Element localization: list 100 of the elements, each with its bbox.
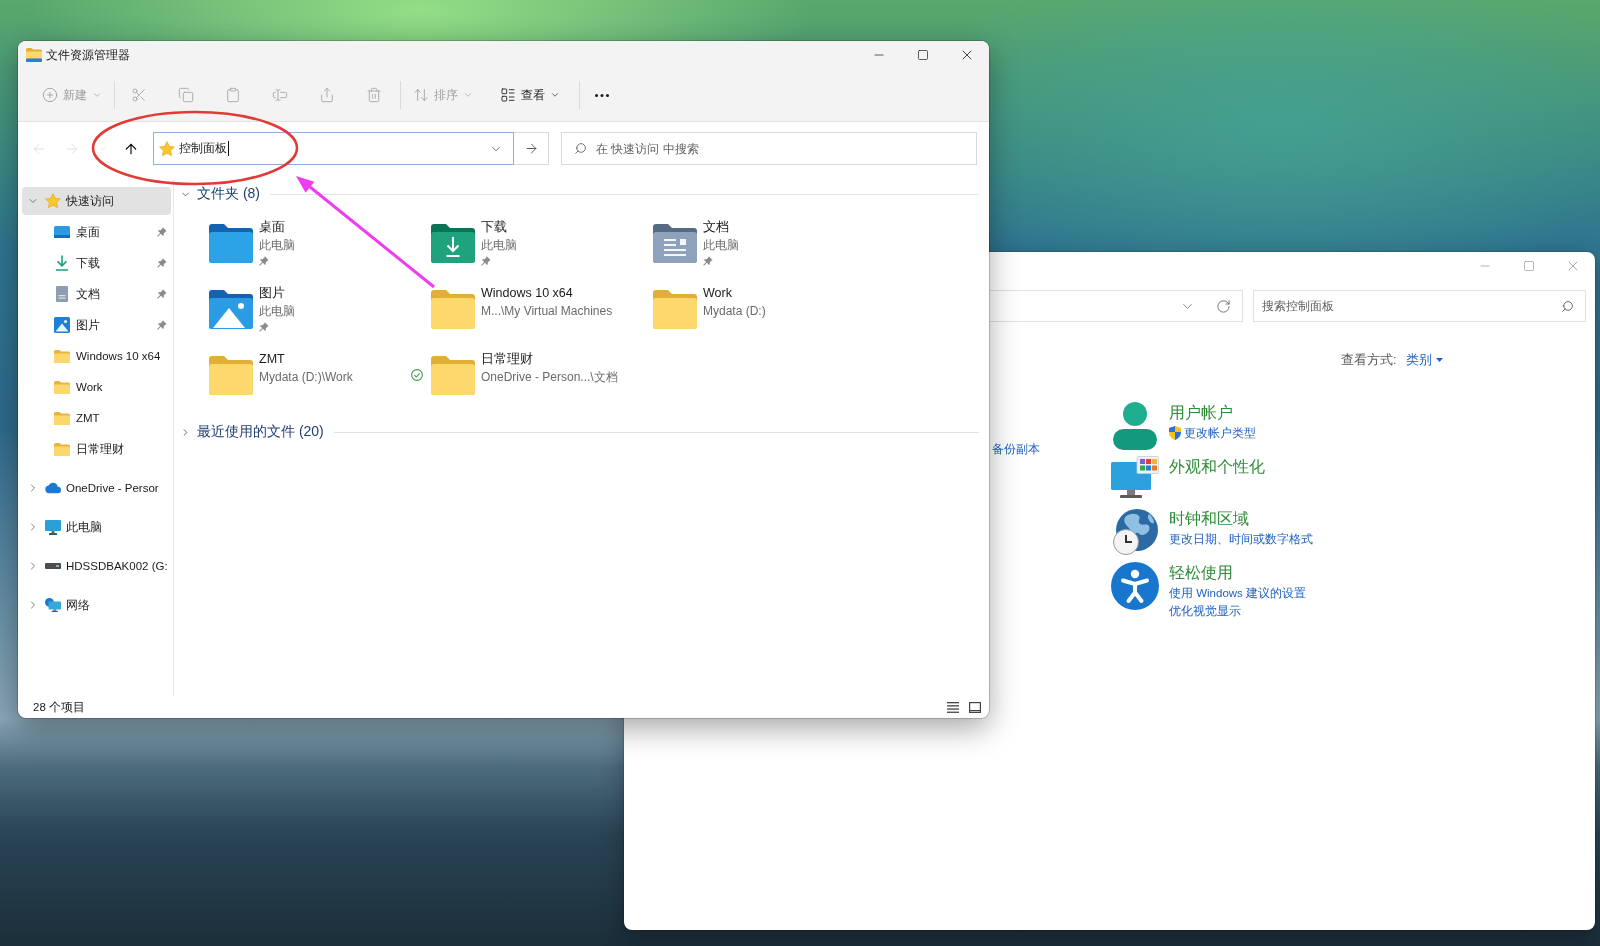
- folder-name[interactable]: 文档: [703, 218, 729, 236]
- star-icon: [159, 140, 175, 157]
- desktop-folder-icon[interactable]: [209, 223, 253, 263]
- folder-icon: [54, 349, 70, 363]
- user-icon[interactable]: [1112, 402, 1158, 450]
- view-list-icon: [500, 87, 516, 103]
- download-icon: [55, 255, 69, 271]
- view-button[interactable]: 查看: [492, 78, 568, 112]
- sidebar-item[interactable]: 图片: [22, 311, 171, 339]
- caret-icon: [92, 90, 102, 100]
- category-link[interactable]: 更改日期、时间或数字格式: [1169, 530, 1313, 548]
- search-icon: [1561, 300, 1574, 313]
- sort-icon: [413, 87, 429, 103]
- category-title[interactable]: 用户帐户: [1169, 402, 1233, 424]
- address-field[interactable]: 控制面板: [153, 132, 514, 165]
- sidebar-item[interactable]: 网络: [22, 591, 171, 619]
- folder-icon[interactable]: [431, 355, 475, 395]
- caret-icon: [463, 90, 473, 100]
- caret-icon: [1436, 358, 1444, 362]
- sidebar-item[interactable]: OneDrive - Persor: [22, 474, 171, 502]
- more-icon: [595, 93, 609, 97]
- category-link[interactable]: 使用 Windows 建议的设置: [1169, 584, 1307, 602]
- folder-location: M...\My Virtual Machines: [481, 303, 613, 320]
- folder-location: OneDrive - Person...\文档: [481, 369, 618, 386]
- category-title[interactable]: 轻松使用: [1169, 562, 1233, 584]
- desktop-icon: [54, 226, 70, 238]
- download-folder-icon[interactable]: [431, 223, 475, 263]
- folder-location: 此电脑: [259, 237, 295, 254]
- sidebar-item[interactable]: 桌面: [22, 218, 171, 246]
- folder-name[interactable]: 日常理财: [481, 350, 533, 368]
- item-count: 28 个项目: [33, 699, 85, 715]
- globe-clock-icon[interactable]: [1111, 508, 1159, 556]
- folder-name[interactable]: Windows 10 x64: [481, 284, 573, 302]
- share-icon: [319, 87, 335, 103]
- window-title: 文件资源管理器: [46, 46, 130, 64]
- plus-circle-icon: [42, 87, 58, 103]
- folder-name[interactable]: 桌面: [259, 218, 285, 236]
- rename-icon: [272, 87, 288, 103]
- folder-icon: [54, 442, 70, 456]
- view-by-dropdown[interactable]: 类别: [1406, 351, 1444, 369]
- sidebar-item[interactable]: ZMT: [22, 404, 171, 432]
- folder-name[interactable]: 下载: [481, 218, 507, 236]
- monitor-palette-icon[interactable]: [1111, 456, 1159, 500]
- sidebar-item[interactable]: HDSSDBAK002 (G:: [22, 552, 171, 580]
- monitor-icon: [45, 519, 61, 535]
- scissors-icon: [131, 87, 147, 103]
- folder-location: Mydata (D:): [703, 303, 766, 320]
- refresh-icon: [1215, 298, 1231, 314]
- text-cursor-icon: [228, 141, 229, 156]
- category-link[interactable]: 优化视觉显示: [1169, 602, 1241, 620]
- sidebar-item[interactable]: 快速访问: [22, 187, 171, 215]
- category-title[interactable]: 时钟和区域: [1169, 508, 1249, 530]
- tile-view-icon: [969, 701, 981, 713]
- sidebar-item[interactable]: 此电脑: [22, 513, 171, 541]
- sidebar-item[interactable]: 日常理财: [22, 435, 171, 463]
- folder-name[interactable]: 图片: [259, 284, 285, 302]
- search-field[interactable]: 搜索控制面板: [1253, 290, 1586, 322]
- folder-name[interactable]: ZMT: [259, 350, 285, 368]
- category-link[interactable]: 更改帐户类型: [1184, 424, 1256, 442]
- copy-icon: [178, 87, 194, 103]
- details-view-icon: [947, 701, 959, 713]
- folder-name[interactable]: Work: [703, 284, 732, 302]
- trash-icon: [366, 87, 382, 103]
- category-title[interactable]: 外观和个性化: [1169, 456, 1265, 478]
- folder-location: Mydata (D:)\Work: [259, 369, 353, 386]
- folder-icon[interactable]: [431, 289, 475, 329]
- sidebar-item[interactable]: 文档: [22, 280, 171, 308]
- folder-icon: [54, 380, 70, 394]
- documents-folder-icon[interactable]: [653, 223, 697, 263]
- folder-icon[interactable]: [653, 289, 697, 329]
- search-icon: [574, 142, 587, 155]
- maximize-icon: [1523, 260, 1535, 272]
- cloud-icon: [45, 482, 61, 494]
- arrow-right-icon: [523, 141, 539, 156]
- document-icon: [56, 286, 68, 302]
- view-by-label: 查看方式:: [1341, 351, 1397, 369]
- folder-icon[interactable]: [209, 355, 253, 395]
- folder-location: 此电脑: [481, 237, 517, 254]
- sidebar-item[interactable]: 下载: [22, 249, 171, 277]
- clipboard-icon: [225, 87, 241, 103]
- folder-location: 此电脑: [703, 237, 739, 254]
- folder-icon: [54, 411, 70, 425]
- folder-location: 此电脑: [259, 303, 295, 320]
- drive-icon: [45, 563, 61, 569]
- caret-icon: [550, 90, 560, 100]
- picture-icon: [54, 317, 70, 333]
- address-field[interactable]: [990, 290, 1243, 322]
- sidebar-item[interactable]: Windows 10 x64: [22, 342, 171, 370]
- folder-icon: [26, 48, 42, 62]
- group-header[interactable]: 文件夹 (8): [180, 183, 264, 205]
- maximize-icon: [917, 49, 929, 61]
- search-field[interactable]: 在 快速访问 中搜索: [561, 132, 977, 165]
- star-icon: [45, 193, 61, 209]
- go-button[interactable]: [514, 132, 549, 165]
- sidebar-item[interactable]: Work: [22, 373, 171, 401]
- network-icon: [45, 597, 61, 613]
- backup-link[interactable]: 备份副本: [992, 441, 1040, 458]
- accessibility-icon[interactable]: [1111, 562, 1159, 610]
- pictures-folder-icon[interactable]: [209, 289, 253, 329]
- group-header[interactable]: 最近使用的文件 (20): [180, 421, 328, 443]
